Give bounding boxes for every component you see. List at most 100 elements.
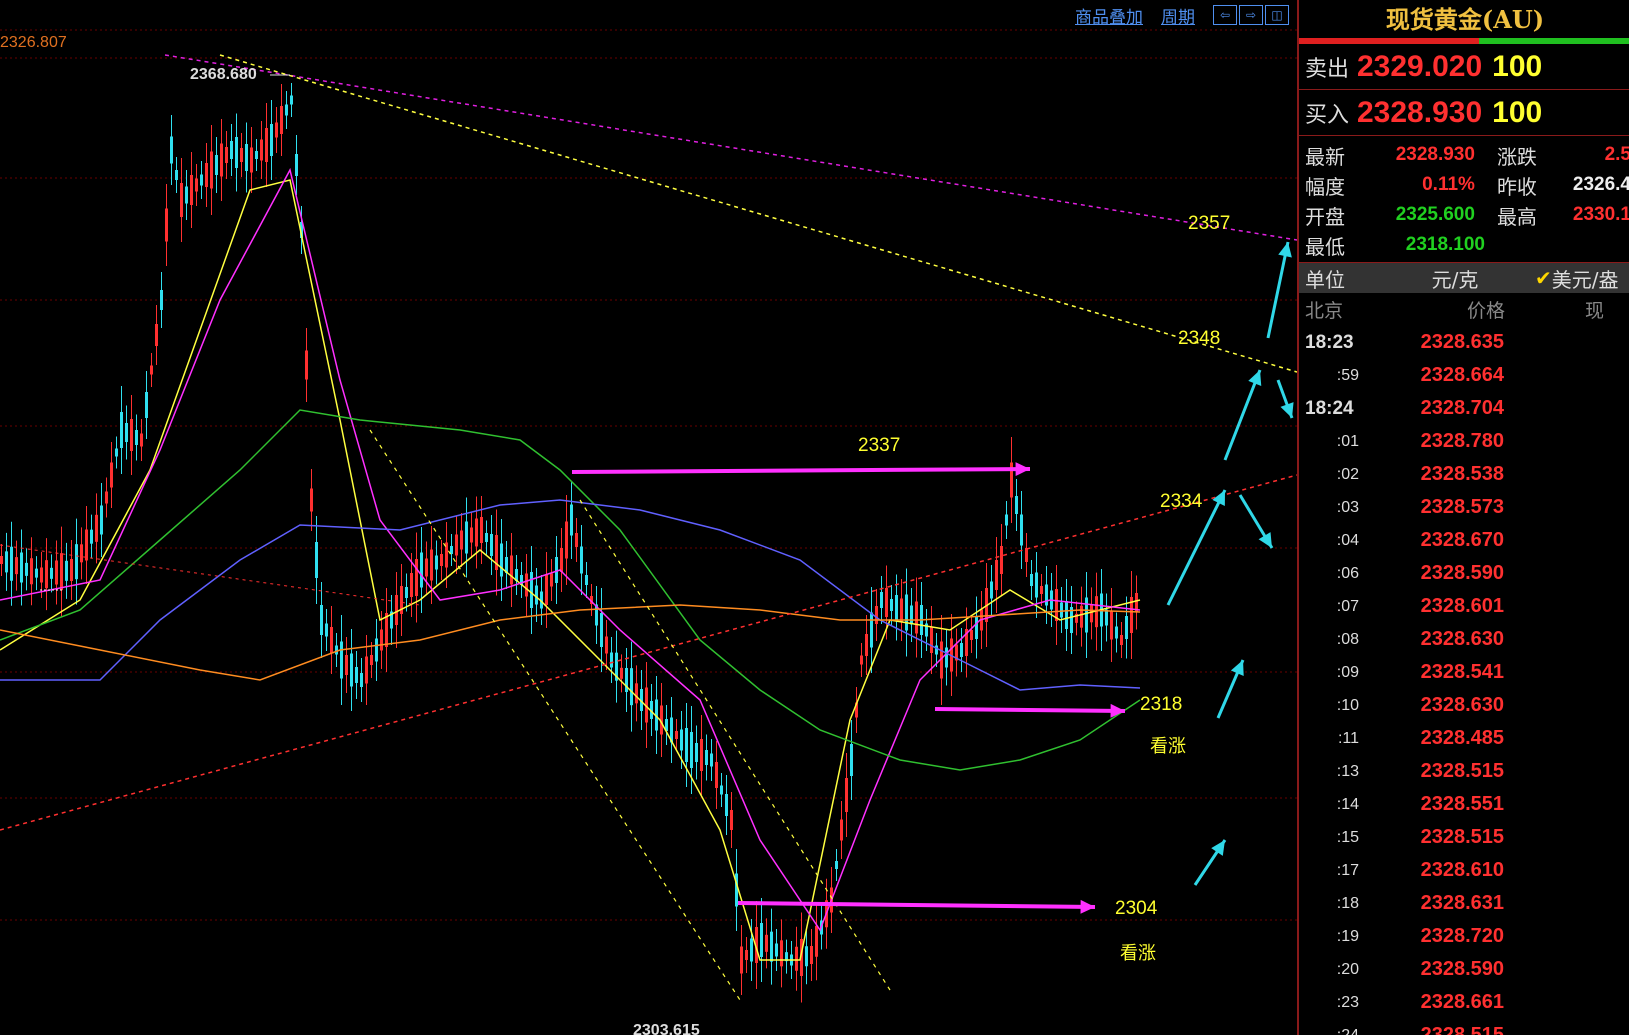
change-value: 2.5 <box>1604 144 1629 165</box>
candle-body <box>1040 586 1043 594</box>
candle-body <box>770 931 773 962</box>
sell-volume: 100 <box>1492 49 1543 83</box>
current-price-label: 2326.807 <box>0 34 67 51</box>
candle-body <box>110 462 113 488</box>
candle-body <box>345 655 348 675</box>
candle-body <box>150 365 153 375</box>
tick-price: 2328.515 <box>1420 826 1504 848</box>
nav-left-icon[interactable]: ⇦ <box>1213 5 1237 25</box>
candle-body <box>990 581 993 599</box>
candle-body <box>175 170 178 180</box>
tick-price: 2328.515 <box>1420 1024 1504 1035</box>
candle-body <box>125 423 128 442</box>
candle-body <box>930 627 933 653</box>
unit-value[interactable]: 元/克 <box>1395 264 1515 293</box>
candle-body <box>380 629 383 651</box>
candle-body <box>905 594 908 631</box>
candle-body <box>135 430 138 445</box>
candle-body <box>160 290 163 310</box>
candle-body <box>210 151 213 189</box>
candle-body <box>280 106 283 134</box>
prevclose-value: 2326.4 <box>1572 174 1629 195</box>
candlestick-chart[interactable]: 商品叠加 周期 ⇦ ⇨ ◫ 2326.807 2368.680 2303.615… <box>0 0 1297 1035</box>
candle-body <box>705 750 708 765</box>
check-icon[interactable]: ✔ <box>1535 266 1552 290</box>
candle-body <box>1060 602 1063 618</box>
tick-price: 2328.590 <box>1420 958 1504 980</box>
candle-body <box>310 488 313 512</box>
tick-price: 2328.601 <box>1420 595 1504 617</box>
tick-time: :03 <box>1336 498 1359 516</box>
candle-body <box>815 925 818 957</box>
candle-body <box>355 667 358 683</box>
candle-body <box>170 136 173 164</box>
unit-option[interactable]: 美元/盎 <box>1552 264 1619 293</box>
candle-body <box>1105 609 1108 626</box>
candle-body <box>35 568 38 578</box>
annotation-2348: 2348 <box>1178 328 1221 349</box>
tick-price: 2328.590 <box>1420 562 1504 584</box>
candle-body <box>40 567 43 583</box>
candle-body <box>545 575 548 605</box>
candle-body <box>15 557 18 575</box>
sell-label: 卖出 <box>1305 56 1350 82</box>
candle-body <box>420 552 423 588</box>
change-label: 涨跌 <box>1496 144 1537 169</box>
ma-line-magenta <box>0 167 1141 932</box>
tick-time: 18:23 <box>1305 331 1354 353</box>
candle-body <box>115 448 118 457</box>
tick-price: 2328.541 <box>1420 661 1504 683</box>
candle-body <box>365 656 368 684</box>
open-value: 2325.600 <box>1395 204 1475 225</box>
candle-body <box>555 557 558 583</box>
latest-label: 最新 <box>1305 144 1345 169</box>
candle-body <box>1015 496 1018 514</box>
trend-line-yellow-down2 <box>579 499 891 991</box>
sell-quote-row[interactable]: 卖出 2329.020 100 <box>1299 44 1629 90</box>
chart-canvas[interactable] <box>0 0 1297 1035</box>
tick-row: :18 2328.631 <box>1299 887 1629 920</box>
buy-quote-row[interactable]: 买入 2328.930 100 <box>1299 90 1629 136</box>
candle-body <box>775 943 778 957</box>
buy-price: 2328.930 <box>1357 95 1483 129</box>
candle-body <box>0 556 3 564</box>
candle-body <box>195 178 198 192</box>
candle-body <box>20 552 23 583</box>
tick-price: 2328.631 <box>1420 892 1504 914</box>
tick-row: :14 2328.551 <box>1299 788 1629 821</box>
nav-right-icon[interactable]: ⇨ <box>1239 5 1263 25</box>
candle-body <box>140 433 143 447</box>
candle-body <box>340 641 343 679</box>
candle-body <box>270 124 273 156</box>
candle-body <box>1115 626 1118 639</box>
tick-list[interactable]: 18:23 2328.635:59 2328.664 18:24 2328.704:01… <box>1299 326 1629 1035</box>
forecast-arrow-head <box>1211 840 1225 856</box>
candle-body <box>550 573 553 587</box>
tick-time: :10 <box>1336 696 1359 714</box>
candle-body <box>720 785 723 795</box>
tick-time: :59 <box>1336 366 1359 384</box>
overlay-button[interactable]: 商品叠加 <box>1075 3 1143 28</box>
period-button[interactable]: 周期 <box>1161 3 1195 28</box>
tick-row: :09 2328.541 <box>1299 656 1629 689</box>
candle-body <box>780 940 783 967</box>
candle-body <box>750 938 753 962</box>
quote-panel: 现货黄金(AU) 卖出 2329.020 100 买入 2328.930 100… <box>1297 0 1629 1035</box>
candle-body <box>675 731 678 739</box>
candle-body <box>1125 616 1128 639</box>
candle-body <box>200 174 203 186</box>
annotation-2337: 2337 <box>858 435 901 456</box>
candle-body <box>945 647 948 668</box>
tick-header-price: 价格 <box>1466 300 1505 322</box>
layout-icon[interactable]: ◫ <box>1265 5 1289 25</box>
candle-body <box>585 575 588 585</box>
candle-body <box>600 613 603 647</box>
candle-body <box>760 923 763 957</box>
tick-time: :07 <box>1336 597 1359 615</box>
candle-body <box>1055 589 1058 621</box>
candle-body <box>255 151 258 159</box>
candle-body <box>335 645 338 655</box>
trend-line-red <box>0 474 1297 831</box>
tick-time: :02 <box>1336 465 1359 483</box>
tick-time: :24 <box>1336 1026 1359 1035</box>
